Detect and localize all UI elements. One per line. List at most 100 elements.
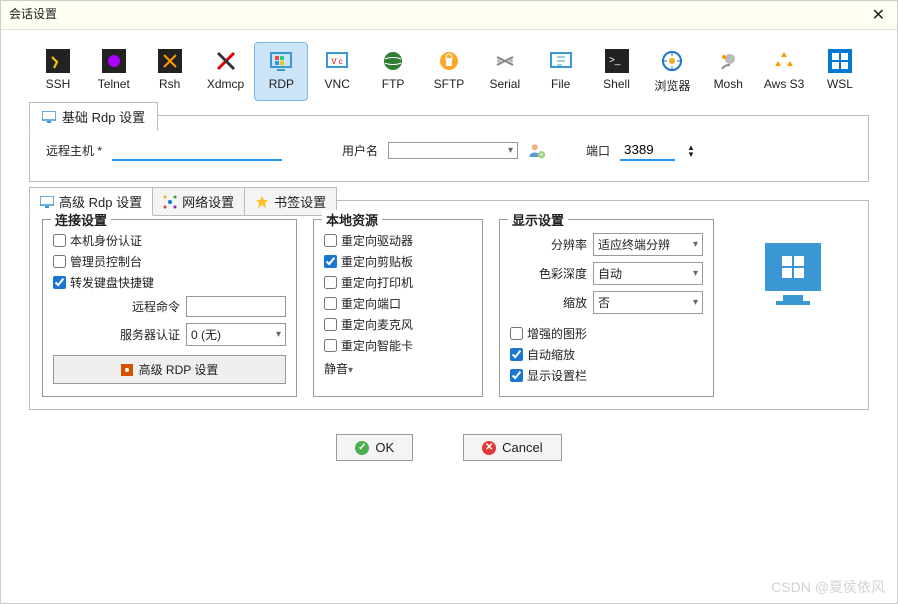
zoom-value: 否 xyxy=(598,294,610,311)
monitor-icon xyxy=(40,196,54,208)
audio-select[interactable]: 静音▾ xyxy=(324,360,472,377)
protocol-selector: SSH Telnet Rsh Xdmcp RDP V c VNC FTP SFTP Serial F… xyxy=(1,30,897,101)
enhanced-graphics-label: 增强的图形 xyxy=(527,325,587,342)
protocol-icon: V c xyxy=(325,49,349,73)
tab-label: 高级 Rdp 设置 xyxy=(59,192,142,211)
server-auth-select[interactable]: 0 (无)▾ xyxy=(186,323,286,346)
auto-zoom-checkbox[interactable] xyxy=(510,348,523,361)
protocol-label: VNC xyxy=(313,77,361,91)
redirect-mic-label: 重定向麦克风 xyxy=(341,316,413,333)
advanced-rdp-button[interactable]: 高级 RDP 设置 xyxy=(53,355,286,384)
protocol-label: Rsh xyxy=(146,77,194,91)
protocol-icon xyxy=(772,49,796,73)
protocol-label: Xdmcp xyxy=(202,77,250,91)
server-auth-label: 服务器认证 xyxy=(120,326,180,343)
protocol-xdmcp[interactable]: Xdmcp xyxy=(199,42,253,101)
port-spinner[interactable]: ▲▼ xyxy=(687,144,695,158)
protocol-mosh[interactable]: Mosh xyxy=(701,42,755,101)
titlebar: 会话设置 ✕ xyxy=(1,1,897,30)
protocol-label: Shell xyxy=(593,77,641,91)
adv-btn-label: 高级 RDP 设置 xyxy=(139,361,219,378)
remote-host-input[interactable] xyxy=(112,140,282,161)
nla-checkbox[interactable] xyxy=(53,234,66,247)
protocol-ssh[interactable]: SSH xyxy=(31,42,85,101)
protocol-telnet[interactable]: Telnet xyxy=(87,42,141,101)
admin-label: 管理员控制台 xyxy=(70,253,142,270)
protocol-aws s3[interactable]: Aws S3 xyxy=(757,42,811,101)
protocol-rsh[interactable]: Rsh xyxy=(143,42,197,101)
cancel-label: Cancel xyxy=(502,440,542,455)
resolution-label: 分辨率 xyxy=(551,236,587,253)
protocol-label: SSH xyxy=(34,77,82,91)
forward-keys-checkbox[interactable] xyxy=(53,276,66,289)
username-combo[interactable]: ▾ xyxy=(388,142,518,159)
svg-text:+: + xyxy=(540,153,544,159)
cancel-button[interactable]: ✕ Cancel xyxy=(463,434,561,461)
zoom-select[interactable]: 否▾ xyxy=(593,291,703,314)
protocol-sftp[interactable]: SFTP xyxy=(422,42,476,101)
remote-cmd-input[interactable] xyxy=(186,296,286,317)
protocol-icon xyxy=(828,49,852,73)
protocol-ftp[interactable]: FTP xyxy=(366,42,420,101)
redirect-ports-checkbox[interactable] xyxy=(324,297,337,310)
protocol-label: FTP xyxy=(369,77,417,91)
protocol-icon xyxy=(102,49,126,73)
admin-checkbox[interactable] xyxy=(53,255,66,268)
auto-zoom-label: 自动缩放 xyxy=(527,346,575,363)
network-icon xyxy=(163,195,177,209)
display-settings-group: 显示设置 分辨率适应终端分辨▾ 色彩深度自动▾ 缩放否▾ 增强的图形 自动缩放 … xyxy=(499,219,714,397)
zoom-label: 缩放 xyxy=(563,294,587,311)
show-bar-label: 显示设置栏 xyxy=(527,367,587,384)
resolution-select[interactable]: 适应终端分辨▾ xyxy=(593,233,703,256)
cross-icon: ✕ xyxy=(482,441,496,455)
svg-text:>_: >_ xyxy=(609,55,621,66)
close-icon[interactable]: ✕ xyxy=(868,5,889,25)
session-settings-window: 会话设置 ✕ SSH Telnet Rsh Xdmcp RDP V c VNC FTP SFTP… xyxy=(0,0,898,604)
redirect-clipboard-label: 重定向剪贴板 xyxy=(341,253,413,270)
enhanced-graphics-checkbox[interactable] xyxy=(510,327,523,340)
redirect-printers-checkbox[interactable] xyxy=(324,276,337,289)
redirect-mic-checkbox[interactable] xyxy=(324,318,337,331)
redirect-drives-checkbox[interactable] xyxy=(324,234,337,247)
protocol-file[interactable]: File xyxy=(534,42,588,101)
redirect-smartcard-checkbox[interactable] xyxy=(324,339,337,352)
protocol-icon xyxy=(437,49,461,73)
protocol-icon xyxy=(158,49,182,73)
protocol-label: Aws S3 xyxy=(760,77,808,91)
protocol-label: Serial xyxy=(481,77,529,91)
protocol-serial[interactable]: Serial xyxy=(478,42,532,101)
protocol-vnc[interactable]: V c VNC xyxy=(310,42,364,101)
monitor-icon xyxy=(42,111,56,123)
protocol-wsl[interactable]: WSL xyxy=(813,42,867,101)
nla-label: 本机身份认证 xyxy=(70,232,142,249)
protocol-icon xyxy=(46,49,70,73)
redirect-clipboard-checkbox[interactable] xyxy=(324,255,337,268)
remote-cmd-label: 远程命令 xyxy=(132,298,180,315)
chevron-down-icon: ▾ xyxy=(348,365,353,376)
port-input[interactable] xyxy=(620,140,675,161)
server-auth-value: 0 (无) xyxy=(191,326,221,343)
resolution-value: 适应终端分辨 xyxy=(598,236,670,253)
redirect-smartcard-label: 重定向智能卡 xyxy=(341,337,413,354)
protocol-rdp[interactable]: RDP xyxy=(254,42,308,101)
protocol-icon xyxy=(716,49,740,73)
protocol-label: Mosh xyxy=(704,77,752,91)
ok-button[interactable]: ✓OK xyxy=(336,434,413,461)
tab-network[interactable]: 网络设置 xyxy=(153,187,245,216)
group-legend: 连接设置 xyxy=(51,210,111,229)
protocol-icon xyxy=(269,49,293,73)
protocol-icon: >_ xyxy=(605,49,629,73)
remote-host-label: 远程主机 * xyxy=(46,142,102,159)
show-bar-checkbox[interactable] xyxy=(510,369,523,382)
protocol-icon xyxy=(549,49,573,73)
protocol-label: Telnet xyxy=(90,77,138,91)
protocol-浏览器[interactable]: 浏览器 xyxy=(645,42,699,101)
protocol-label: RDP xyxy=(257,77,305,91)
user-icon[interactable]: + xyxy=(528,142,546,160)
color-depth-select[interactable]: 自动▾ xyxy=(593,262,703,285)
color-depth-label: 色彩深度 xyxy=(539,265,587,282)
protocol-icon xyxy=(381,49,405,73)
color-depth-value: 自动 xyxy=(598,265,622,282)
basic-settings-box: 基础 Rdp 设置 远程主机 * 用户名 ▾ + 端口 ▲▼ xyxy=(29,115,869,182)
protocol-shell[interactable]: >_ Shell xyxy=(590,42,644,101)
